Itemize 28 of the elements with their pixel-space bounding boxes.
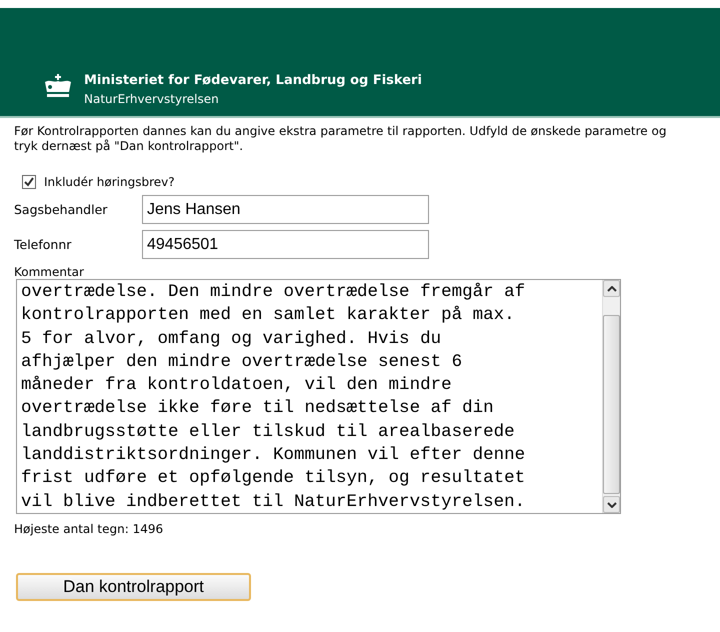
scroll-up-icon[interactable] [603, 280, 620, 297]
comment-line: landbrugsstøtte eller tilskud til arealbaserede [21, 420, 516, 444]
input-field[interactable]: 49456501 [142, 230, 429, 259]
comment-label: Kommentar [14, 265, 85, 279]
agency-name: NaturErhvervstyrelsen [84, 92, 220, 106]
comment-line: måneder fra kontroldatoen, vil den mindre [21, 374, 453, 398]
field-label: Sagsbehandler [14, 202, 108, 217]
crown-logo-icon [42, 74, 74, 100]
scrollbar[interactable] [602, 280, 620, 513]
include-letter-label: Inkludér høringsbrev? [44, 175, 175, 189]
comment-line: overtrædelse ikke føre til nedsættelse af din [21, 397, 495, 420]
ministry-title: Ministeriet for Fødevarer, Landbrug og Fiskeri [84, 73, 422, 88]
comment-line: landdistriktsordninger. Kommunen vil efter denne [21, 444, 526, 468]
field-label: Telefonnr [14, 237, 72, 252]
include-letter-checkbox[interactable] [22, 175, 36, 189]
intro-text: Før Kontrolrapporten dannes kan du angive ekstra parametre til rapporten. Udfyld de ønskede parametre og tryk dernæst på "Dan kontrolrapport". [14, 124, 668, 154]
comment-line: kontrolrapporten med en samlet karakter på max. [21, 304, 516, 328]
comment-textarea[interactable] [16, 279, 621, 514]
comment-line: 5 for alvor, omfang og varighed. Hvis du [21, 328, 442, 351]
scroll-thumb[interactable] [603, 315, 620, 494]
scroll-down-icon[interactable] [603, 496, 620, 513]
comment-line: frist udføre et opfølgende tilsyn, og resultatet [21, 467, 526, 490]
comment-line: afhjælper den mindre overtrædelse senest 6 [21, 350, 464, 374]
comment-line: vil blive indberettet til NaturErhvervstyrelsen. [21, 490, 526, 513]
create-report-button[interactable]: Dan kontrolrapport [16, 573, 251, 601]
input-field[interactable]: Jens Hansen [142, 195, 429, 224]
max-chars-text: Højeste antal tegn: 1496 [14, 522, 164, 536]
comment-line: overtrædelse. Den mindre overtrædelse fremgår af [21, 281, 526, 304]
